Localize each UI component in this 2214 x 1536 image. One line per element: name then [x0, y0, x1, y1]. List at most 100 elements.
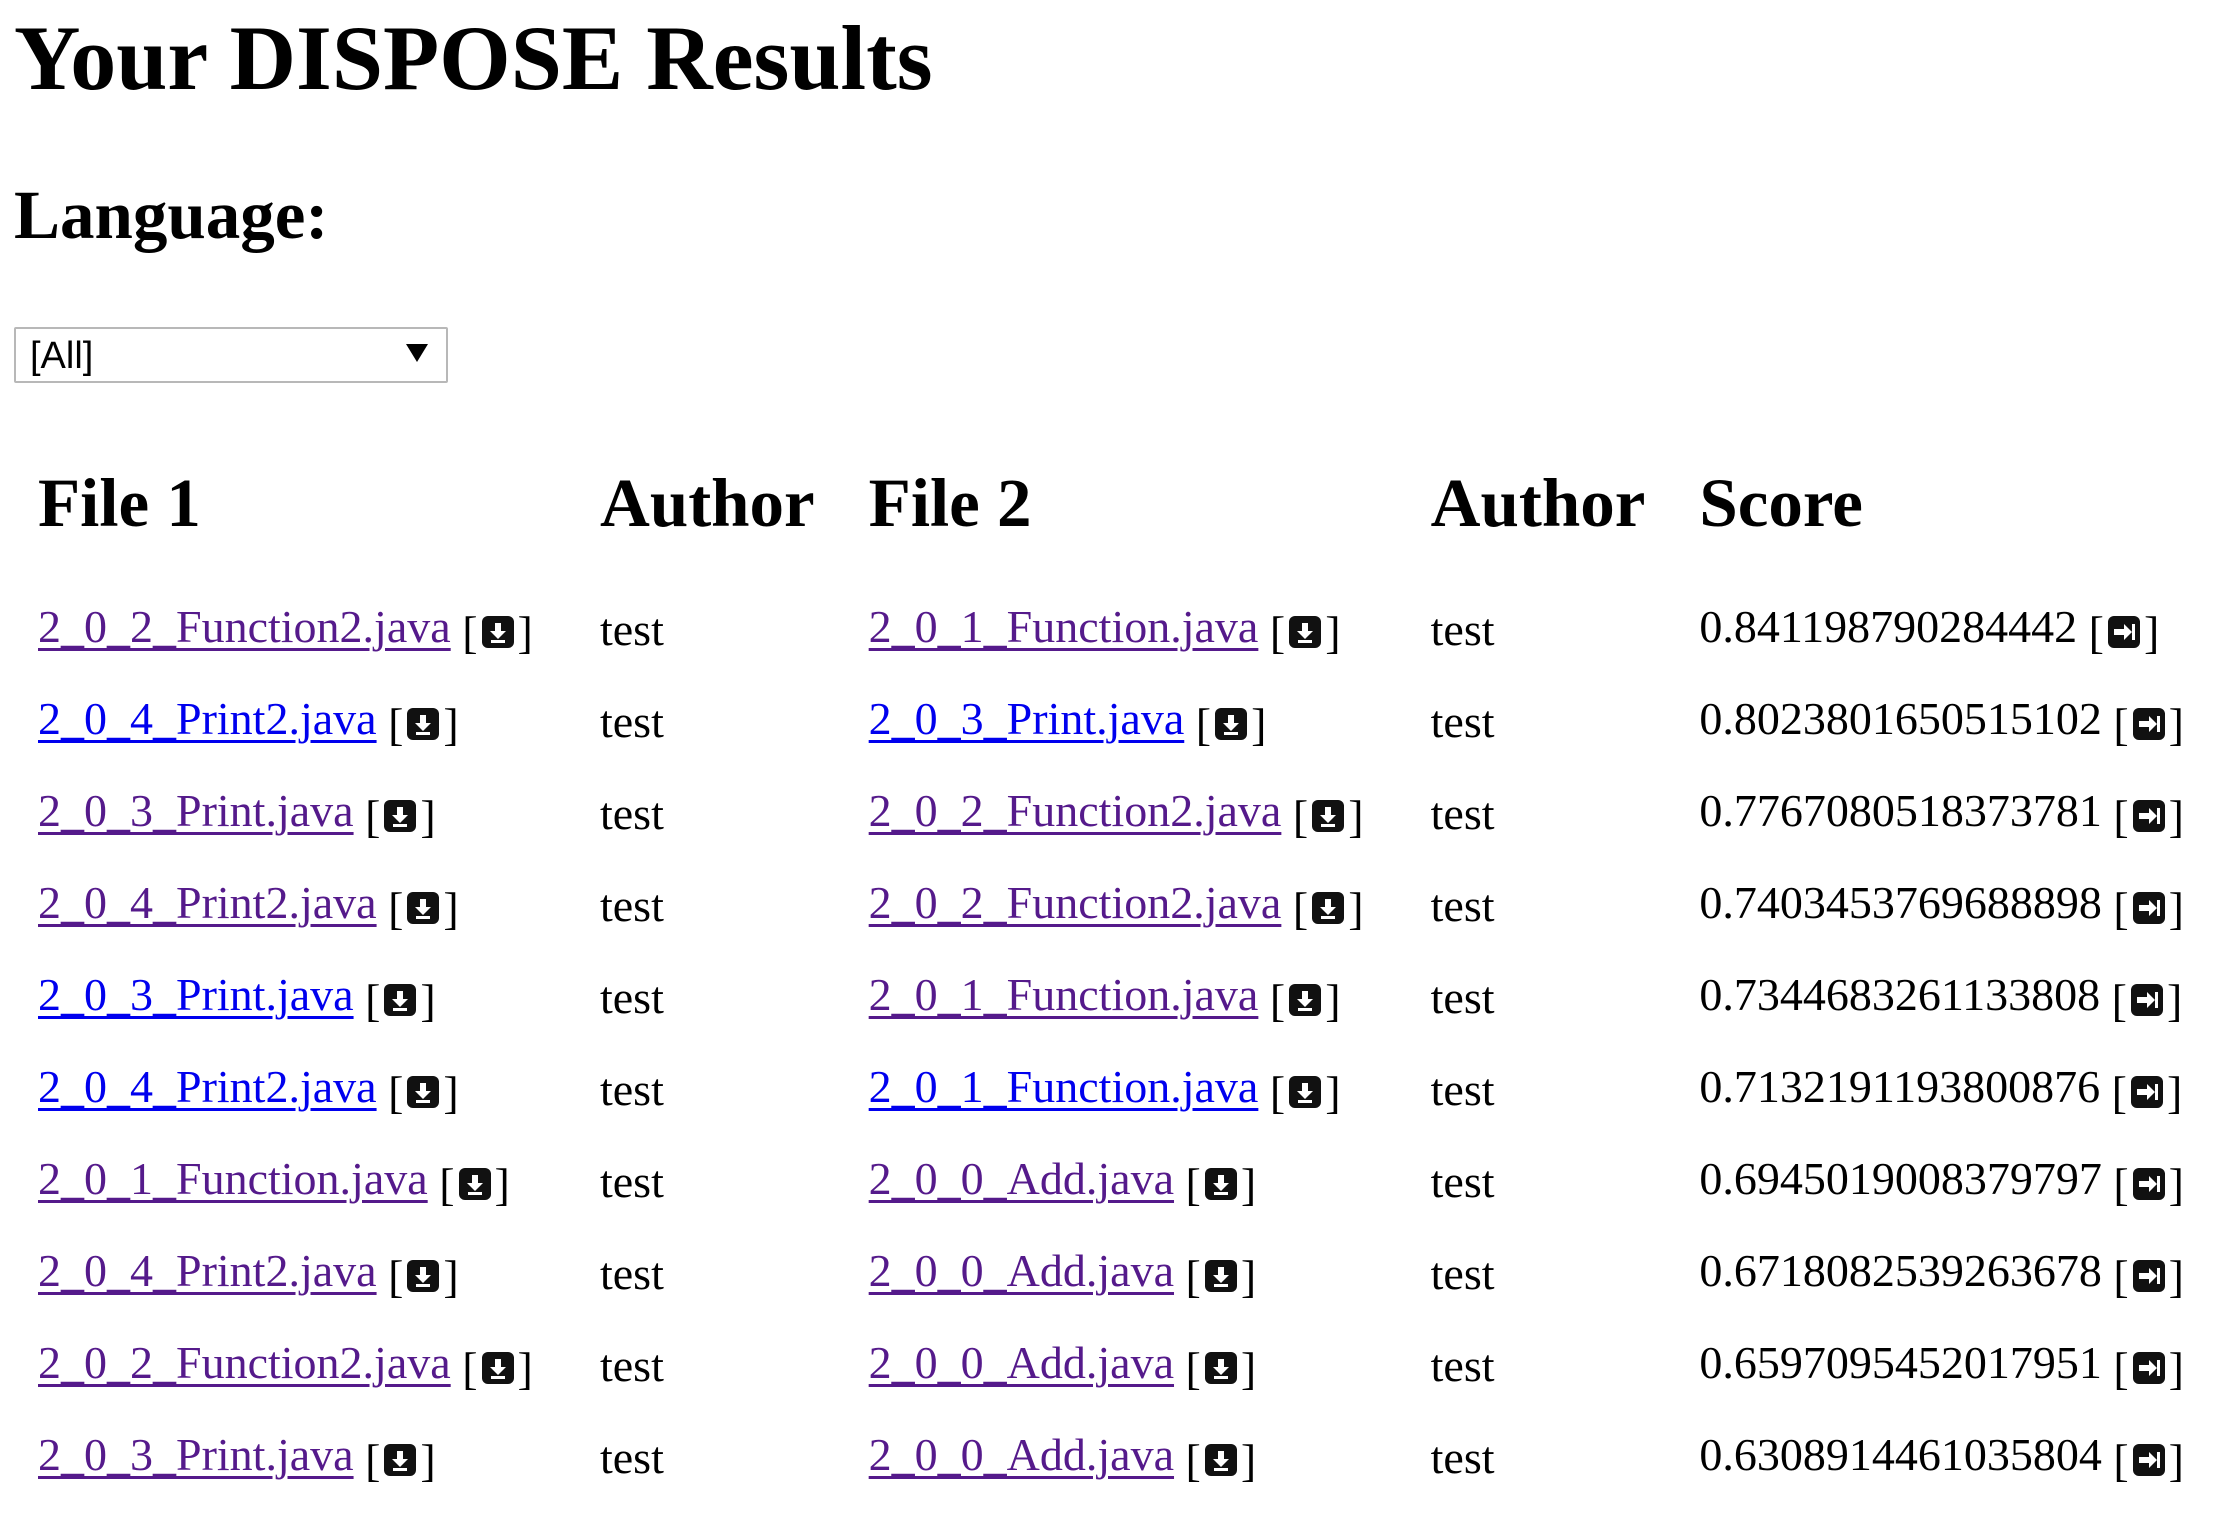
file2-download-button[interactable]: []: [1186, 1250, 1257, 1303]
compare-button[interactable]: []: [2112, 1066, 2183, 1119]
file2-link[interactable]: 2_0_3_Print.java: [869, 693, 1185, 744]
file2-cell: 2_0_0_Add.java []: [845, 1319, 1407, 1411]
file1-link[interactable]: 2_0_3_Print.java: [38, 1429, 354, 1480]
file1-link[interactable]: 2_0_4_Print2.java: [38, 1061, 377, 1112]
file1-cell: 2_0_4_Print2.java []: [14, 675, 576, 767]
author1-cell: test: [599, 971, 664, 1023]
file1-link[interactable]: 2_0_4_Print2.java: [38, 877, 377, 928]
download-icon: [1289, 616, 1322, 648]
file2-cell: 2_0_1_Function.java []: [845, 951, 1407, 1043]
download-icon: [407, 892, 440, 924]
file1-link[interactable]: 2_0_4_Print2.java: [38, 693, 377, 744]
score-cell: 0.7767080518373781 []: [1675, 767, 2214, 859]
file2-link[interactable]: 2_0_0_Add.java: [869, 1337, 1174, 1388]
file2-download-button[interactable]: []: [1186, 1342, 1257, 1395]
file1-link[interactable]: 2_0_2_Function2.java: [38, 1337, 451, 1388]
score-cell: 0.7403453769688898 []: [1675, 859, 2214, 951]
language-select[interactable]: [All]: [14, 327, 448, 383]
file1-link[interactable]: 2_0_3_Print.java: [38, 785, 354, 836]
author1-cell: test: [599, 603, 664, 655]
score-cell: 0.7132191193800876 []: [1675, 1043, 2214, 1135]
author1-cell: test: [599, 1431, 664, 1483]
compare-button[interactable]: []: [2113, 882, 2184, 935]
download-icon: [1312, 800, 1345, 832]
file2-download-button[interactable]: []: [1186, 1158, 1257, 1211]
author2-cell: test: [1430, 787, 1495, 839]
download-icon: [384, 984, 417, 1016]
compare-button[interactable]: []: [2113, 1250, 2184, 1303]
file2-download-button[interactable]: []: [1196, 698, 1267, 751]
dropdown-arrow-icon: [406, 344, 428, 362]
file2-cell: 2_0_0_Add.java []: [845, 1135, 1407, 1227]
file2-link[interactable]: 2_0_1_Function.java: [869, 1061, 1259, 1112]
file1-link[interactable]: 2_0_1_Function.java: [38, 1153, 428, 1204]
compare-button[interactable]: []: [2113, 790, 2184, 843]
compare-arrow-icon: [2132, 800, 2165, 832]
file2-link[interactable]: 2_0_1_Function.java: [869, 601, 1259, 652]
compare-button[interactable]: []: [2113, 698, 2184, 751]
author2-cell: test: [1430, 879, 1495, 931]
header-spacer-cell: [14, 559, 2214, 583]
file1-cell: 2_0_1_Function.java []: [14, 1135, 576, 1227]
table-row: 2_0_4_Print2.java [] test 2_0_0_Add.java […: [14, 1227, 2214, 1319]
score-cell: 0.7344683261133808 []: [1675, 951, 2214, 1043]
file2-cell: 2_0_0_Add.java []: [845, 1411, 1407, 1503]
table-row: 2_0_4_Print2.java [] test 2_0_1_Function.j…: [14, 1043, 2214, 1135]
file1-download-button[interactable]: []: [365, 790, 436, 843]
download-icon: [384, 1444, 417, 1476]
file1-download-button[interactable]: []: [462, 606, 533, 659]
file1-download-button[interactable]: []: [439, 1158, 510, 1211]
file2-download-button[interactable]: []: [1270, 606, 1341, 659]
author2-cell: test: [1430, 1155, 1495, 1207]
file1-download-button[interactable]: []: [365, 974, 436, 1027]
compare-arrow-icon: [2132, 1168, 2165, 1200]
header-file-1: File 1: [38, 464, 201, 541]
file1-download-button[interactable]: []: [388, 882, 459, 935]
file2-link[interactable]: 2_0_2_Function2.java: [869, 877, 1282, 928]
file2-download-button[interactable]: []: [1293, 882, 1364, 935]
language-label: Language:: [14, 177, 329, 253]
score-value: 0.7403453769688898: [1699, 876, 2102, 928]
author1-cell: test: [599, 695, 664, 747]
file2-link[interactable]: 2_0_0_Add.java: [869, 1429, 1174, 1480]
compare-button[interactable]: []: [2113, 1158, 2184, 1211]
file2-download-button[interactable]: []: [1293, 790, 1364, 843]
compare-button[interactable]: []: [2089, 606, 2160, 659]
file1-download-button[interactable]: []: [462, 1342, 533, 1395]
compare-button[interactable]: []: [2113, 1434, 2184, 1487]
file1-link[interactable]: 2_0_4_Print2.java: [38, 1245, 377, 1296]
language-select-value: [All]: [30, 335, 94, 377]
file2-download-button[interactable]: []: [1270, 1066, 1341, 1119]
file1-download-button[interactable]: []: [388, 1066, 459, 1119]
file2-cell: 2_0_1_Function.java []: [845, 1043, 1407, 1135]
file2-link[interactable]: 2_0_2_Function2.java: [869, 785, 1282, 836]
author1-cell: test: [599, 1339, 664, 1391]
author1-cell: test: [599, 1155, 664, 1207]
file2-link[interactable]: 2_0_0_Add.java: [869, 1153, 1174, 1204]
download-icon: [1289, 984, 1322, 1016]
file1-link[interactable]: 2_0_3_Print.java: [38, 969, 354, 1020]
score-cell: 0.841198790284442 []: [1675, 583, 2214, 675]
file1-download-button[interactable]: []: [365, 1434, 436, 1487]
file1-download-button[interactable]: []: [388, 698, 459, 751]
compare-button[interactable]: []: [2113, 1342, 2184, 1395]
author2-cell: test: [1430, 1339, 1495, 1391]
file1-cell: 2_0_3_Print.java []: [14, 951, 576, 1043]
file2-link[interactable]: 2_0_0_Add.java: [869, 1245, 1174, 1296]
header-spacer: [14, 559, 2214, 583]
file1-download-button[interactable]: []: [388, 1250, 459, 1303]
download-icon: [481, 616, 514, 648]
author1-cell: test: [599, 1063, 664, 1115]
file1-cell: 2_0_4_Print2.java []: [14, 1227, 576, 1319]
download-icon: [1204, 1352, 1237, 1384]
header-file-2: File 2: [868, 464, 1032, 541]
compare-button[interactable]: []: [2112, 974, 2183, 1027]
file2-cell: 2_0_0_Add.java []: [845, 1227, 1407, 1319]
table-row: 2_0_2_Function2.java [] test 2_0_1_Functio…: [14, 583, 2214, 675]
author2-cell: test: [1430, 1247, 1495, 1299]
file1-link[interactable]: 2_0_2_Function2.java: [38, 601, 451, 652]
download-icon: [384, 800, 417, 832]
file2-download-button[interactable]: []: [1186, 1434, 1257, 1487]
file2-download-button[interactable]: []: [1270, 974, 1341, 1027]
file2-link[interactable]: 2_0_1_Function.java: [869, 969, 1259, 1020]
